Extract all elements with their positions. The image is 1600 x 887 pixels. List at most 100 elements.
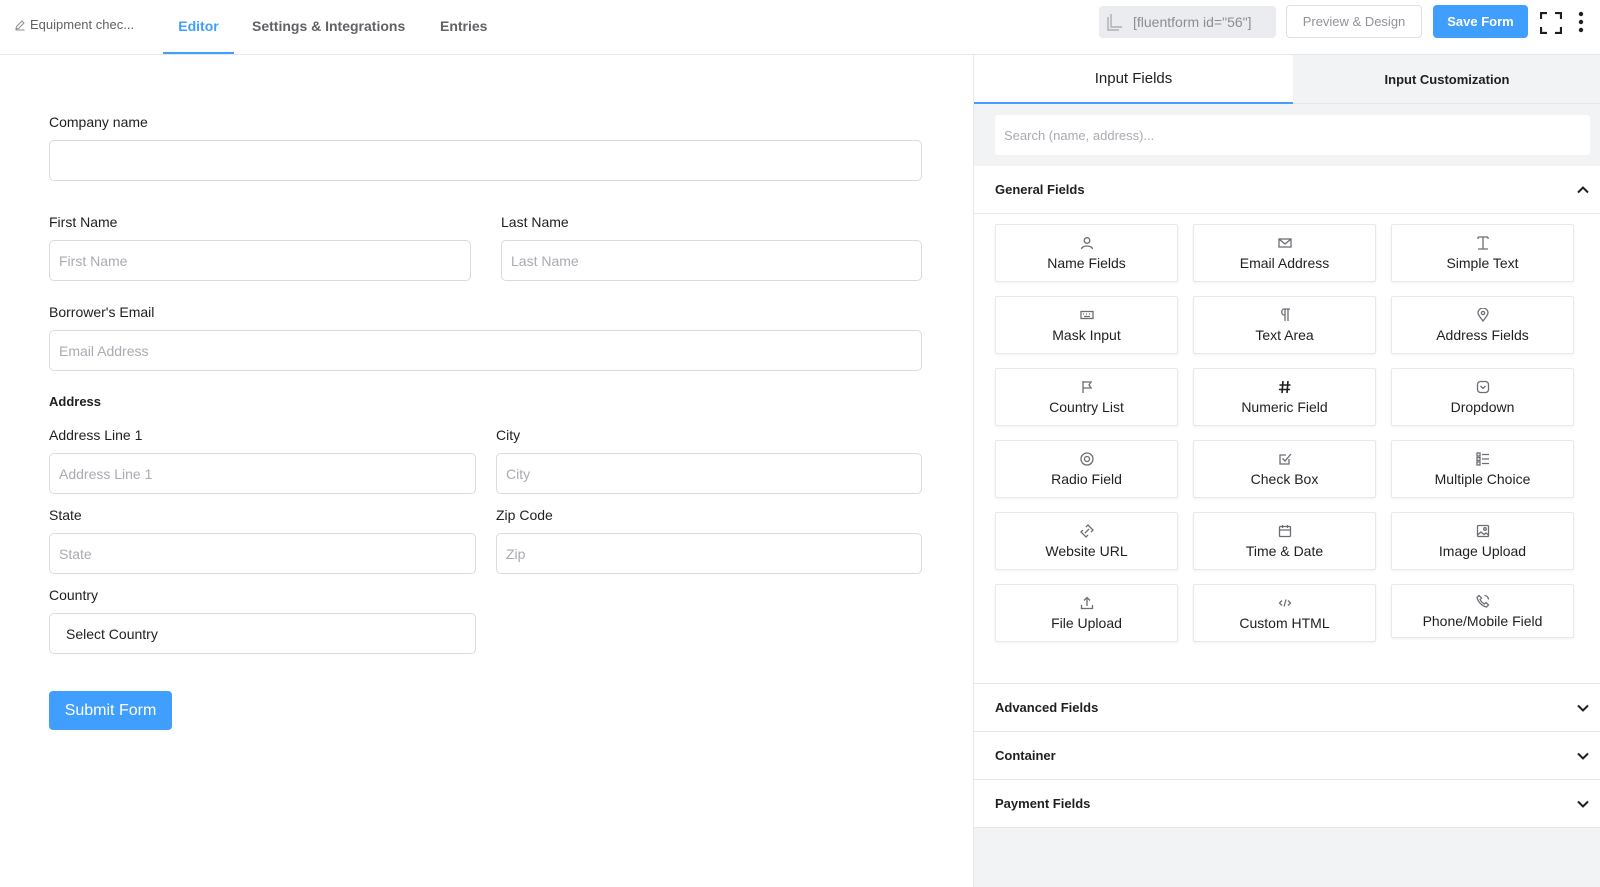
field-phone-mobile[interactable]: Phone/Mobile Field [1391, 584, 1574, 638]
field-mask-input[interactable]: Mask Input [995, 296, 1178, 354]
field-label: Name Fields [1047, 254, 1126, 271]
form-title[interactable]: Equipment chec... [14, 17, 134, 32]
field-label: Time & Date [1245, 542, 1324, 559]
state-label: State [49, 507, 82, 523]
field-simple-text[interactable]: Simple Text [1391, 224, 1574, 282]
list-icon [1475, 451, 1489, 466]
field-email-address[interactable]: Email Address [1193, 224, 1376, 282]
form-canvas: Company name First Name First Name Last … [0, 55, 973, 887]
section-advanced-fields[interactable]: Advanced Fields [974, 684, 1600, 732]
field-check-box[interactable]: Check Box [1193, 440, 1376, 498]
flag-icon [1081, 380, 1092, 393]
panel-tabs: Input Fields Input Customization [974, 55, 1600, 104]
zip-label: Zip Code [496, 507, 553, 523]
field-address-fields[interactable]: Address Fields [1391, 296, 1574, 354]
hash-icon [1278, 380, 1290, 393]
field-label: Check Box [1250, 470, 1319, 487]
company-name-input[interactable] [49, 140, 922, 181]
address-heading: Address [49, 394, 102, 409]
phone-icon [1475, 594, 1489, 608]
code-icon [1278, 598, 1291, 607]
field-multiple-choice[interactable]: Multiple Choice [1391, 440, 1574, 498]
tab-editor[interactable]: Editor [163, 0, 234, 54]
field-website-url[interactable]: Website URL [995, 512, 1178, 570]
field-text-area[interactable]: Text Area [1193, 296, 1376, 354]
field-label: Radio Field [1051, 470, 1122, 487]
field-label: Simple Text [1446, 254, 1519, 271]
city-input[interactable]: City [496, 453, 922, 494]
section-general-fields[interactable]: General Fields [974, 166, 1600, 214]
first-name-input[interactable]: First Name [49, 240, 471, 281]
last-name-label: Last Name [501, 214, 569, 230]
field-label: Numeric Field [1241, 398, 1328, 415]
chevron-down-icon [1577, 800, 1589, 808]
chevron-up-icon [1577, 186, 1589, 194]
section-title: Container [995, 748, 1056, 763]
field-label: Text Area [1255, 326, 1314, 343]
calendar-icon [1278, 524, 1291, 537]
general-fields-grid: Name Fields Email Address Simple Text Ma… [974, 214, 1600, 684]
keyboard-icon [1079, 310, 1094, 319]
section-container[interactable]: Container [974, 732, 1600, 780]
text-cursor-icon [1476, 235, 1489, 250]
section-title: Advanced Fields [995, 700, 1099, 715]
company-name-label: Company name [49, 114, 148, 130]
chevron-down-icon [1577, 752, 1589, 760]
tab-input-fields[interactable]: Input Fields [974, 55, 1293, 104]
field-label: File Upload [1051, 614, 1122, 631]
field-custom-html[interactable]: Custom HTML [1193, 584, 1376, 642]
field-label: Dropdown [1450, 398, 1515, 415]
field-search-input[interactable]: Search (name, address)... [995, 115, 1590, 155]
field-name-fields[interactable]: Name Fields [995, 224, 1178, 282]
field-label: Custom HTML [1239, 614, 1330, 631]
email-input[interactable]: Email Address [49, 330, 922, 371]
field-image-upload[interactable]: Image Upload [1391, 512, 1574, 570]
last-name-input[interactable]: Last Name [501, 240, 922, 281]
submit-form-button[interactable]: Submit Form [49, 691, 172, 730]
checkbox-icon [1278, 453, 1291, 465]
city-label: City [496, 427, 521, 443]
upload-icon [1080, 596, 1093, 609]
link-icon [1079, 523, 1094, 538]
radio-icon [1079, 451, 1094, 466]
country-select[interactable]: Select Country [49, 613, 476, 654]
address-line1-label: Address Line 1 [49, 427, 143, 443]
save-form-button[interactable]: Save Form [1433, 5, 1528, 38]
top-bar: Equipment chec... Editor Settings & Inte… [0, 0, 1600, 55]
state-input[interactable]: State [49, 533, 476, 574]
envelope-icon [1277, 237, 1292, 248]
country-label: Country [49, 587, 99, 603]
field-label: Email Address [1239, 254, 1330, 271]
email-label: Borrower's Email [49, 304, 155, 320]
field-country-list[interactable]: Country List [995, 368, 1178, 426]
shortcode-copy[interactable]: [fluentform id="56"] [1099, 6, 1276, 38]
more-vertical-icon[interactable] [1576, 11, 1586, 33]
tab-settings-integrations[interactable]: Settings & Integrations [252, 0, 405, 54]
first-name-label: First Name [49, 214, 118, 230]
field-dropdown[interactable]: Dropdown [1391, 368, 1574, 426]
form-title-text: Equipment chec... [30, 17, 135, 32]
user-icon [1080, 236, 1093, 249]
fullscreen-icon[interactable] [1540, 12, 1562, 34]
field-label: Country List [1049, 398, 1124, 415]
address-line1-input[interactable]: Address Line 1 [49, 453, 476, 494]
zip-input[interactable]: Zip [496, 533, 922, 574]
image-icon [1476, 524, 1489, 537]
tab-entries[interactable]: Entries [440, 0, 487, 54]
shortcode-text: [fluentform id="56"] [1133, 14, 1252, 30]
field-label: Address Fields [1436, 326, 1529, 343]
field-file-upload[interactable]: File Upload [995, 584, 1178, 642]
field-label: Phone/Mobile Field [1422, 612, 1543, 629]
chevron-down-icon [1577, 704, 1589, 712]
field-numeric-field[interactable]: Numeric Field [1193, 368, 1376, 426]
preview-design-button[interactable]: Preview & Design [1286, 5, 1422, 38]
map-pin-icon [1476, 307, 1489, 322]
copy-icon [1107, 14, 1122, 31]
pencil-icon [15, 19, 25, 30]
tab-input-customization[interactable]: Input Customization [1293, 55, 1600, 104]
field-label: Mask Input [1052, 326, 1121, 343]
fields-panel: Input Fields Input Customization Search … [973, 55, 1600, 887]
field-time-date[interactable]: Time & Date [1193, 512, 1376, 570]
field-radio-field[interactable]: Radio Field [995, 440, 1178, 498]
section-payment-fields[interactable]: Payment Fields [974, 780, 1600, 828]
